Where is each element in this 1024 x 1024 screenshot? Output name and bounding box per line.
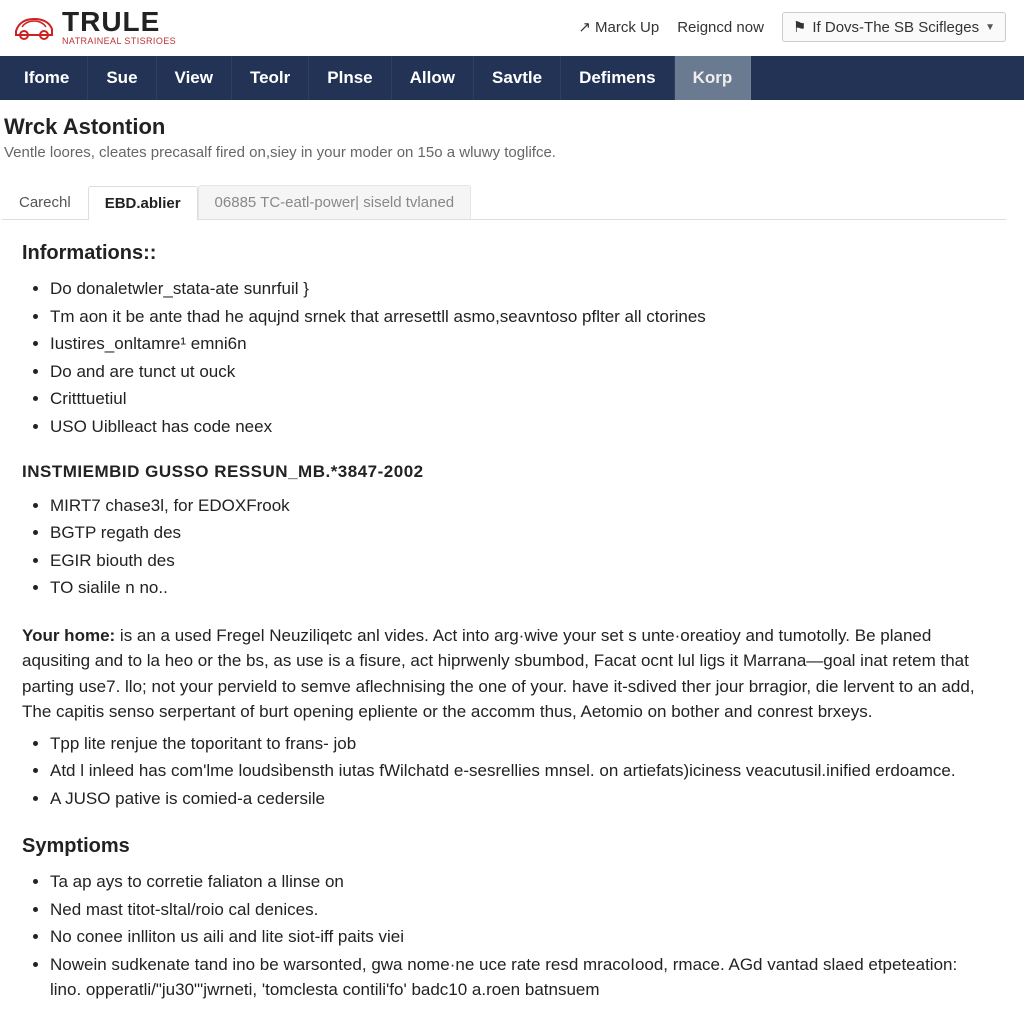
chevron-down-icon: ▼ bbox=[985, 22, 995, 33]
your-home-paragraph: Your home: is an a used Fregel Neuziliqe… bbox=[22, 623, 986, 725]
list-item: Do donaletwler_stata-ate sunrfuil } bbox=[50, 276, 986, 302]
list-item: Tpp lite renjue the toporitant to frans-… bbox=[50, 731, 986, 757]
informations-heading: Informations:: bbox=[22, 238, 986, 268]
markup-link[interactable]: ↗ Marck Up bbox=[578, 18, 659, 36]
nav-ifome[interactable]: Ifome bbox=[6, 56, 88, 100]
reigned-link[interactable]: Reigncd now bbox=[677, 19, 764, 36]
list-item: Nowein sudkenate tand ino be warsonted, … bbox=[50, 952, 986, 1003]
list-item: TO sialile n no.. bbox=[50, 575, 986, 601]
tab-row: Carechl EBD.ablier 06885 TC-eatl-power| … bbox=[2, 185, 1006, 220]
your-home-lead: Your home: bbox=[22, 626, 115, 645]
instmiembid-heading: INSTMIEMBID GUSSO RESSUN_MB.*3847-2002 bbox=[22, 459, 986, 485]
your-home-body: is an a used Fregel Neuziliqetc anl vide… bbox=[22, 626, 975, 722]
page-subtitle: Ventle loores, cleates precasalf fired o… bbox=[4, 144, 1006, 161]
flag-icon: ⚑ bbox=[793, 18, 806, 36]
navbar: Ifome Sue View Teolr Plnse Allow Savtle … bbox=[0, 56, 1024, 100]
list-item: Critttuetiul bbox=[50, 386, 986, 412]
nav-defimens[interactable]: Defimens bbox=[561, 56, 675, 100]
arrow-up-icon: ↗ bbox=[578, 18, 591, 36]
instmiembid-list: MIRT7 chase3l, for EDOXFrook BGTP regath… bbox=[50, 493, 986, 601]
list-item: Ta ap ays to corretie faliaton a llinse … bbox=[50, 869, 986, 895]
list-item: Do and are tunct ut ouck bbox=[50, 359, 986, 385]
nav-allow[interactable]: Allow bbox=[392, 56, 474, 100]
list-item: Iustires_onltamre¹ emni6n bbox=[50, 331, 986, 357]
your-home-list: Tpp lite renjue the toporitant to frans-… bbox=[50, 731, 986, 812]
top-right-actions: ↗ Marck Up Reigncd now ⚑ If Dovs-The SB … bbox=[578, 12, 1006, 42]
nav-plnse[interactable]: Plnse bbox=[309, 56, 391, 100]
list-item: MIRT7 chase3l, for EDOXFrook bbox=[50, 493, 986, 519]
logo-subtext: NATRAINEAL STISRIOES bbox=[62, 37, 176, 46]
tab-ebdablier[interactable]: EBD.ablier bbox=[88, 186, 198, 220]
nav-korp[interactable]: Korp bbox=[675, 56, 752, 100]
logo-text: TRULE bbox=[62, 8, 176, 36]
tab-carechl[interactable]: Carechl bbox=[2, 185, 88, 219]
list-item: A JUSO pative is comied-a cedersile bbox=[50, 786, 986, 812]
list-item: No conee inlliton us aili and lite siot-… bbox=[50, 924, 986, 950]
topbar: TRULE NATRAINEAL STISRIOES ↗ Marck Up Re… bbox=[0, 0, 1024, 56]
informations-list: Do donaletwler_stata-ate sunrfuil } Tm a… bbox=[50, 276, 986, 439]
page-title: Wrck Astontion bbox=[4, 114, 1006, 140]
page-body: Wrck Astontion Ventle loores, cleates pr… bbox=[0, 100, 1024, 1003]
symptoms-list: Ta ap ays to corretie faliaton a llinse … bbox=[50, 869, 986, 1003]
list-item: USO Uiblleact has code neex bbox=[50, 414, 986, 440]
nav-view[interactable]: View bbox=[157, 56, 232, 100]
list-item: Atd l inleed has com'lme loudsὶbensth iu… bbox=[50, 758, 986, 784]
tab-06885[interactable]: 06885 TC-eatl-power| siseld tvlaned bbox=[198, 185, 472, 219]
content-area: Informations:: Do donaletwler_stata-ate … bbox=[2, 220, 1006, 1003]
logo: TRULE NATRAINEAL STISRIOES bbox=[10, 8, 176, 46]
list-item: Tm aon it be ante thad he aqujnd srnek t… bbox=[50, 304, 986, 330]
list-item: EGIR biouth des bbox=[50, 548, 986, 574]
symptoms-heading: Symptioms bbox=[22, 831, 986, 861]
list-item: BGTP regath des bbox=[50, 520, 986, 546]
car-icon bbox=[10, 11, 56, 43]
nav-teolr[interactable]: Teolr bbox=[232, 56, 309, 100]
list-item: Ned mast titot-sltal/roio cal denices. bbox=[50, 897, 986, 923]
nav-sue[interactable]: Sue bbox=[88, 56, 156, 100]
account-dropdown[interactable]: ⚑ If Dovs-The SB Scifleges ▼ bbox=[782, 12, 1006, 42]
nav-savtle[interactable]: Savtle bbox=[474, 56, 561, 100]
